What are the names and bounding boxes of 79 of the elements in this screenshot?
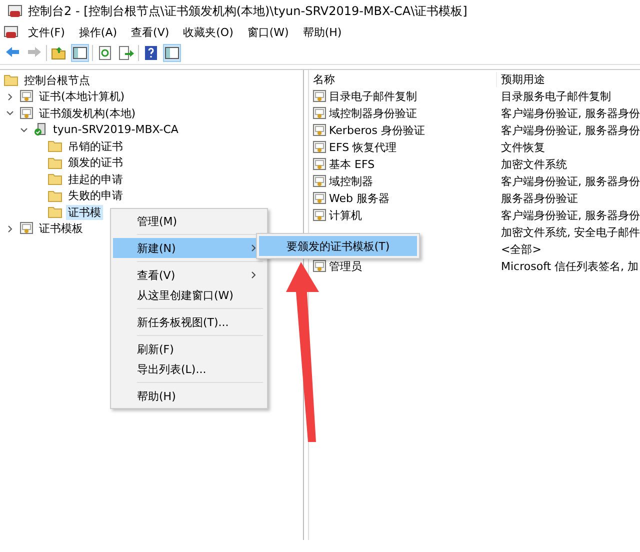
template-icon (313, 90, 326, 103)
template-icon (313, 141, 326, 154)
menu-item[interactable]: 查看(V) (127, 24, 174, 40)
folder-icon (48, 190, 62, 202)
table-cell-text: 加密文件系统, 安全电子邮件 (500, 225, 640, 240)
tree-item[interactable]: 挂起的申请 (66, 172, 125, 187)
expanded-chevron-icon[interactable] (6, 109, 14, 118)
template-name[interactable]: 域控制器 (329, 174, 373, 189)
tree-item[interactable]: 证书模板 (37, 221, 85, 236)
menu-item[interactable]: 管理(M) (113, 211, 265, 231)
folder-icon (48, 173, 62, 186)
table-cell-text: Microsoft 信任列表签名, 加 (500, 259, 639, 274)
folder-icon (4, 74, 18, 86)
menu-item[interactable]: 窗口(W) (243, 24, 293, 40)
folder-icon (48, 156, 62, 169)
table-cell-text: 文件恢复 (500, 140, 545, 155)
window-title: 控制台2 - [控制台根节点\证书颁发机构(本地)\tyun-SRV2019-MBX-CA\证书模板] (28, 2, 468, 20)
certificate-icon (20, 222, 33, 236)
table-cell-text: 客户端身份验证, 服务器身份 (500, 106, 640, 121)
template-icon (313, 158, 326, 171)
menu-item[interactable]: 收藏夹(O) (179, 24, 238, 40)
template-name[interactable]: 计算机 (329, 208, 362, 223)
tree-item[interactable]: 证书模 (66, 204, 103, 220)
menu-item[interactable]: 新任务板视图(T)... (113, 312, 265, 332)
expanded-chevron-icon[interactable] (20, 126, 28, 134)
chevron-icon (251, 244, 257, 252)
table-cell-text: 客户端身份验证, 服务器身份 (500, 174, 640, 189)
server-icon (34, 123, 47, 136)
tree-item[interactable]: 失败的申请 (66, 188, 125, 204)
collapsed-chevron-icon[interactable] (6, 224, 14, 233)
folder-icon (48, 206, 62, 218)
table-cell-text: <全部> (500, 242, 542, 257)
tree-item[interactable]: 证书(本地计算机) (37, 89, 127, 104)
app-icon (8, 4, 22, 18)
template-name[interactable]: Web 服务器 (329, 191, 390, 206)
template-icon (313, 175, 326, 188)
export-icon[interactable] (117, 44, 135, 62)
column-header[interactable]: 名称 (309, 72, 497, 86)
tree-item[interactable]: tyun-SRV2019-MBX-CA (51, 123, 180, 136)
tree-item[interactable]: 控制台根节点 (22, 72, 92, 88)
submenu-item[interactable]: 查看(V) (113, 265, 265, 285)
table-cell-text: 服务器身份验证 (500, 191, 578, 206)
template-name[interactable]: 目录电子邮件复制 (329, 89, 417, 104)
help-icon[interactable] (142, 44, 160, 62)
menu-item[interactable]: 从这里创建窗口(W) (113, 285, 265, 305)
menu-item[interactable]: 文件(F) (24, 24, 69, 40)
template-icon (313, 192, 326, 205)
pane-icon[interactable] (71, 44, 89, 62)
menu-item[interactable]: 刷新(F) (113, 339, 265, 359)
column-header[interactable]: 预期用途 (497, 72, 545, 86)
collapsed-chevron-icon[interactable] (6, 92, 14, 101)
menu-item[interactable]: 操作(A) (74, 24, 122, 40)
menu-item[interactable]: 帮助(H) (298, 24, 346, 40)
certificate-icon (20, 106, 33, 120)
template-name[interactable]: EFS 恢复代理 (329, 140, 397, 155)
chevron-icon (251, 271, 257, 279)
folder-icon (48, 140, 62, 152)
template-name[interactable]: 域控制器身份验证 (329, 106, 417, 121)
tree-item[interactable]: 吊销的证书 (66, 138, 125, 154)
table-cell-text: 加密文件系统 (500, 157, 567, 172)
template-icon (313, 209, 326, 222)
refresh-icon[interactable] (96, 44, 114, 62)
menu-item[interactable]: 要颁发的证书模板(T) (259, 236, 417, 256)
folder-up-icon[interactable] (50, 44, 68, 62)
pane-icon[interactable] (163, 44, 181, 62)
menu-item[interactable]: 帮助(H) (113, 386, 265, 406)
menu-item[interactable]: 导出列表(L)... (113, 359, 265, 379)
template-icon (313, 124, 326, 137)
table-cell-text: 目录服务电子邮件复制 (500, 89, 611, 104)
tree-item[interactable]: 颁发的证书 (66, 155, 125, 170)
template-name[interactable]: 基本 EFS (329, 157, 375, 172)
app-icon[interactable] (4, 26, 18, 38)
template-icon (313, 107, 326, 120)
certificate-icon (20, 90, 33, 104)
table-cell-text: 客户端身份验证, 服务器身份 (500, 208, 640, 223)
template-name[interactable]: 管理员 (329, 259, 362, 274)
tree-item[interactable]: 证书颁发机构(本地) (37, 106, 138, 121)
template-name[interactable]: Kerberos 身份验证 (329, 123, 425, 138)
table-cell-text: 客户端身份验证, 服务器身份 (500, 123, 640, 138)
